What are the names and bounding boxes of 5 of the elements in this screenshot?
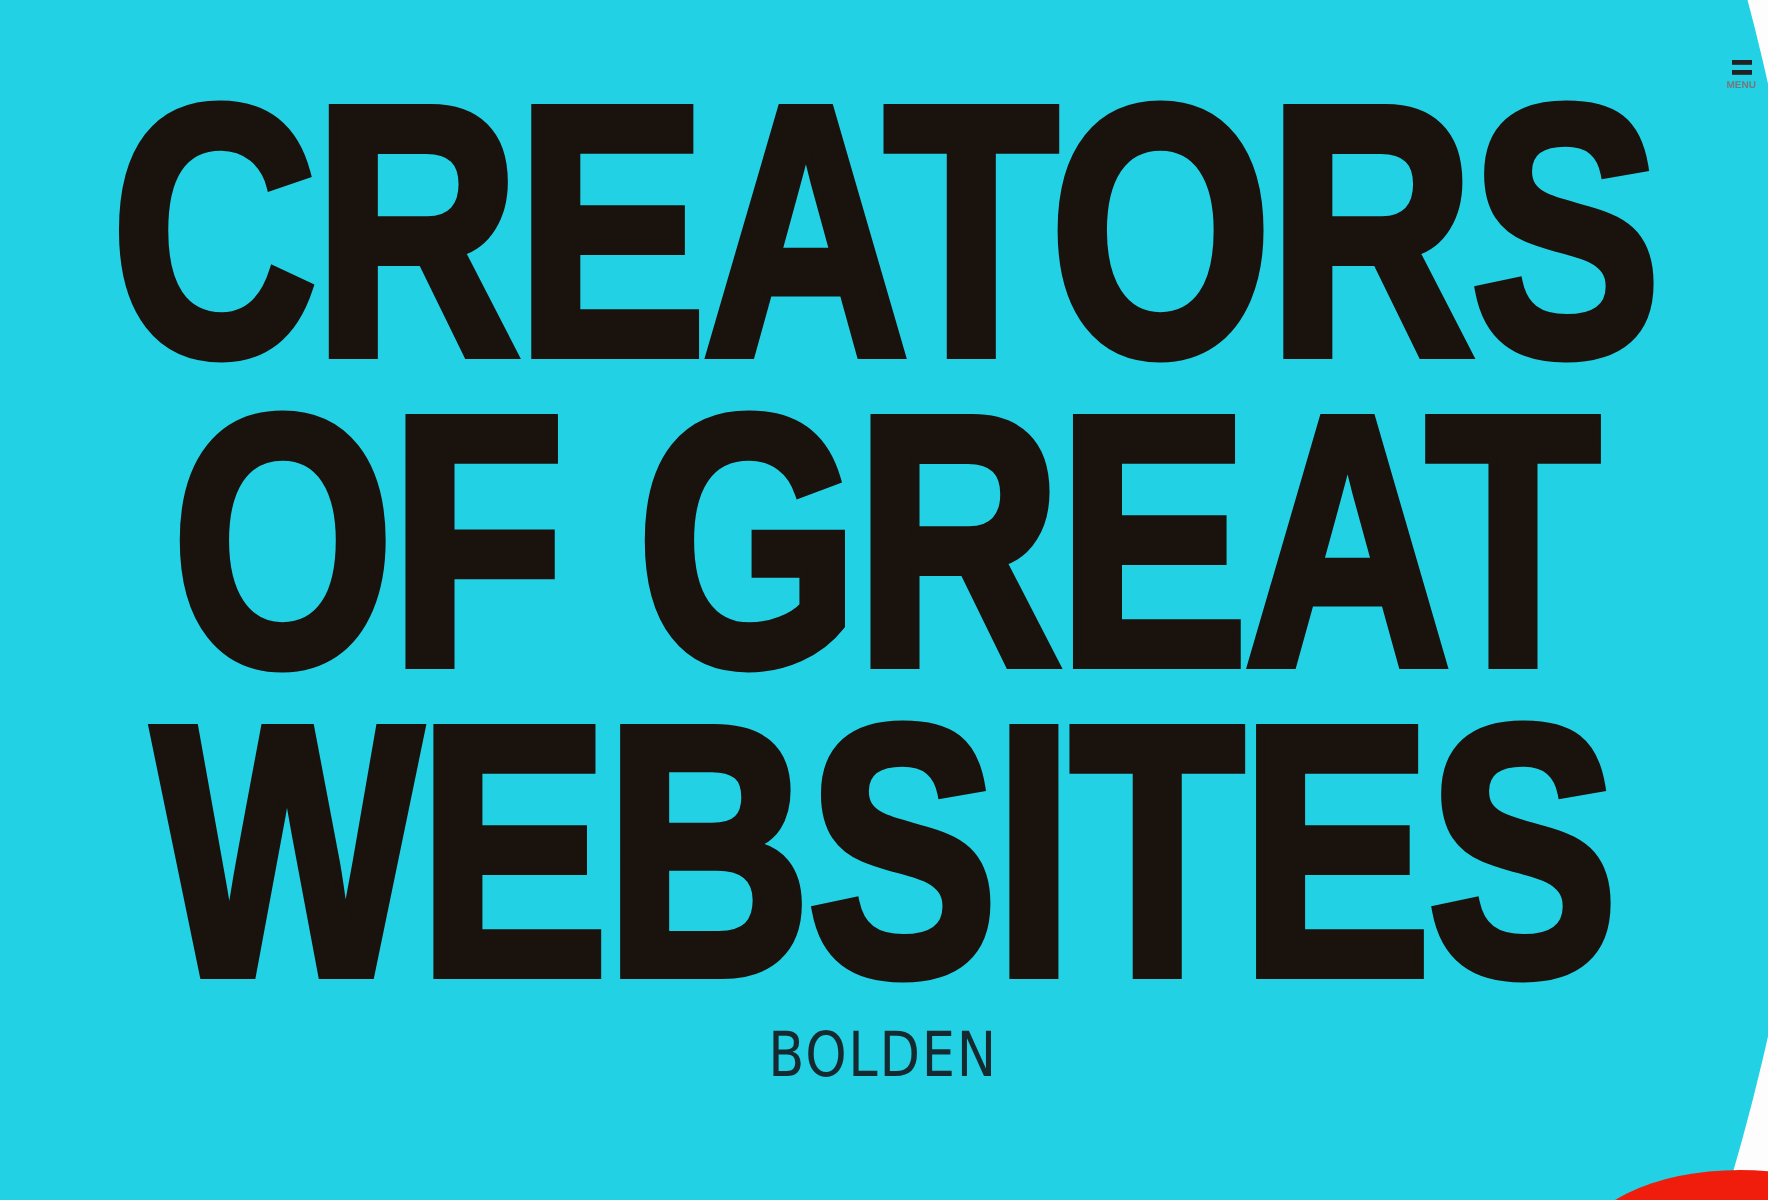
logo-link[interactable]: BOLDEN [769,1010,999,1103]
headline-line: OF GREAT [171,386,1597,696]
menu-icon [1731,60,1752,76]
headline-line: WEBSITES [153,696,1615,1006]
headline-line: CREATORS [110,76,1658,386]
